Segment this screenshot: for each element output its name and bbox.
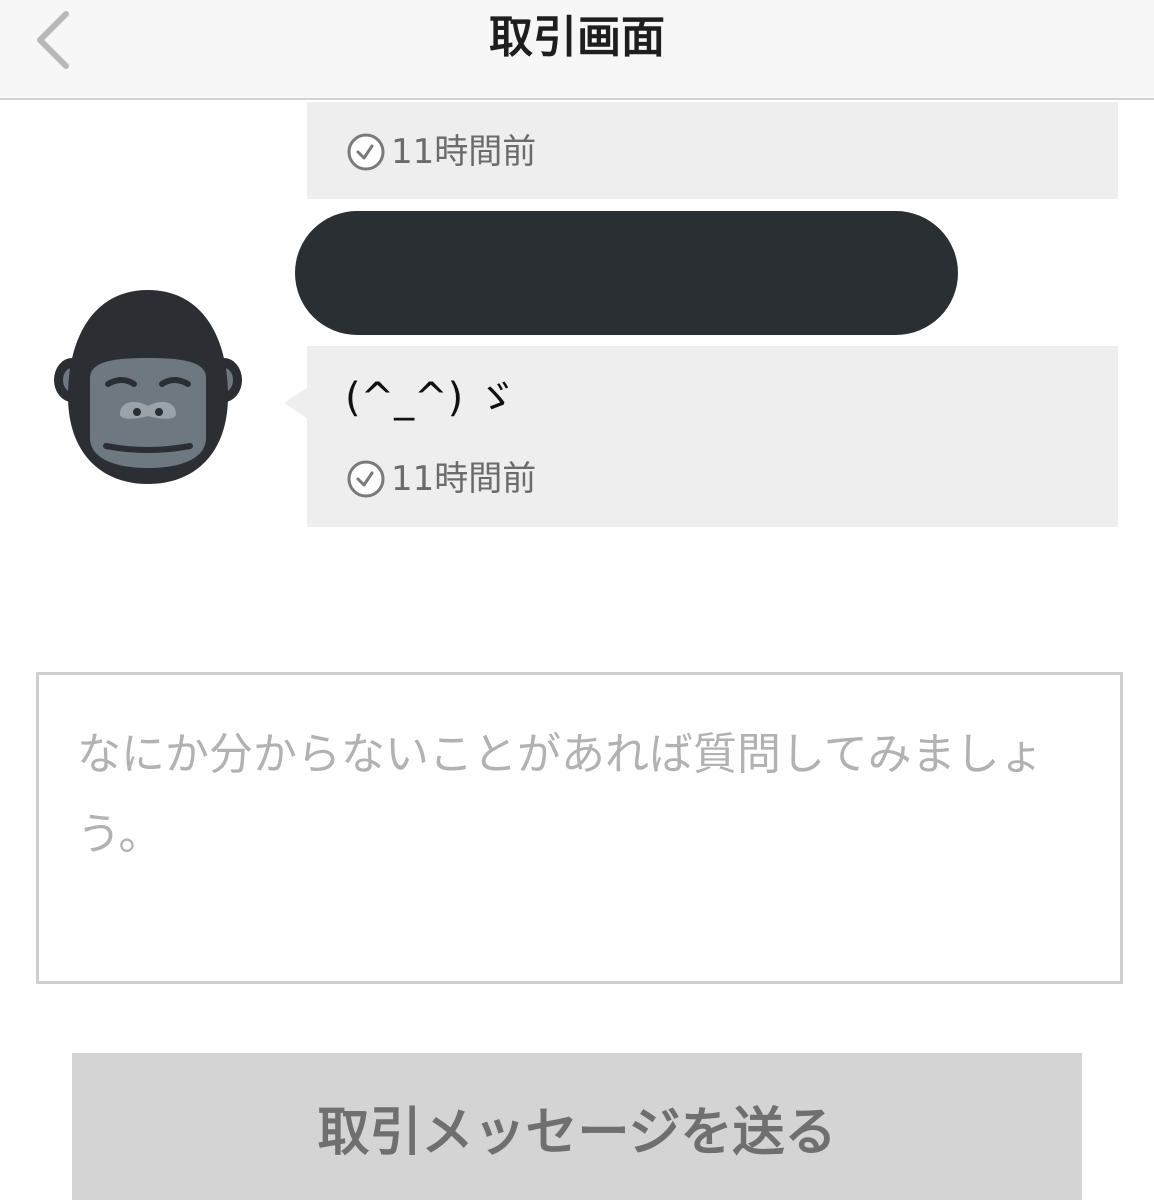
message-text: (^_^) ゞ xyxy=(345,375,516,421)
nav-bar: 取引画面 xyxy=(0,0,1154,100)
bubble-tail xyxy=(284,387,308,419)
message-input[interactable]: なにか分からないことがあれば質問してみましょう。 xyxy=(36,672,1123,984)
send-message-button[interactable]: 取引メッセージを送る xyxy=(72,1053,1082,1200)
message-time: 11時間前 xyxy=(345,131,536,173)
clock-icon xyxy=(347,460,385,498)
page-title: 取引画面 xyxy=(489,12,665,63)
message-time-label: 11時間前 xyxy=(391,459,537,499)
message-bubble: 11時間前 xyxy=(307,102,1118,199)
message-time-label: 11時間前 xyxy=(391,132,537,172)
message-input-placeholder: なにか分からないことがあれば質問してみましょう。 xyxy=(77,729,1044,860)
redacted-message xyxy=(295,211,958,335)
clock-icon xyxy=(347,133,385,171)
message-bubble: (^_^) ゞ 11時間前 xyxy=(307,346,1118,527)
message-time: 11時間前 xyxy=(345,458,536,500)
gorilla-icon[interactable] xyxy=(50,288,246,486)
send-message-button-label: 取引メッセージを送る xyxy=(317,1104,837,1162)
